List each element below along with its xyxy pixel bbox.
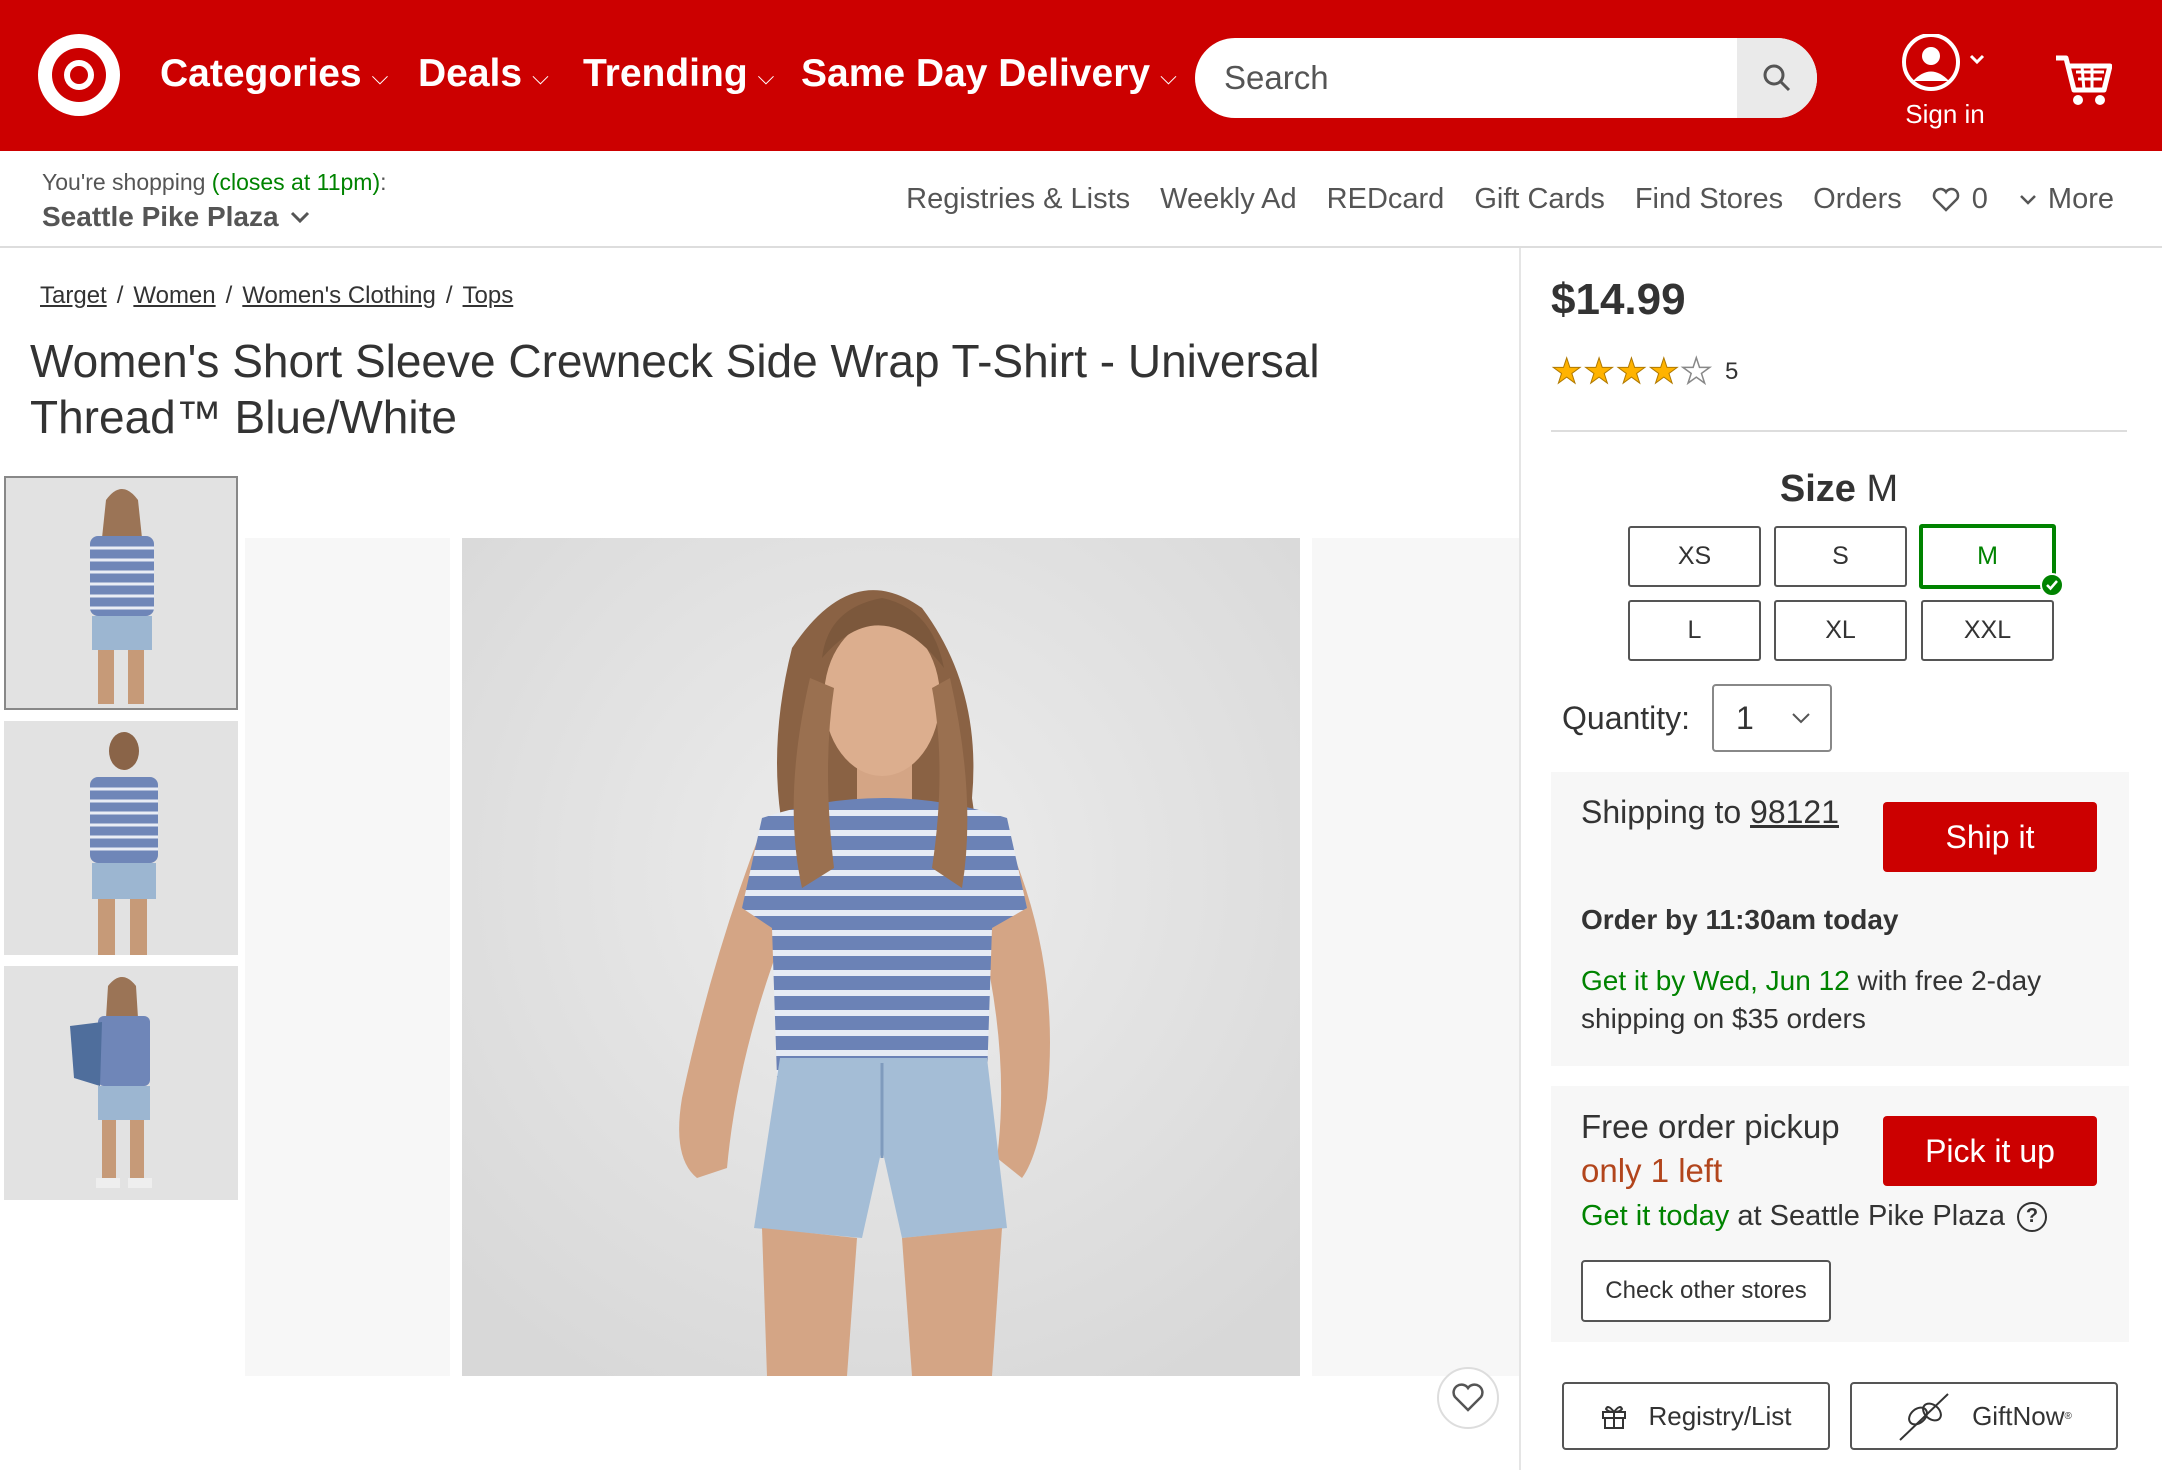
size-option-xxl[interactable]: XXL <box>1921 600 2054 661</box>
heart-icon <box>1452 1383 1484 1412</box>
breadcrumb-women[interactable]: Women <box>133 282 215 310</box>
nav-categories[interactable]: Categories ⌵ <box>160 52 388 96</box>
rating-stars[interactable]: ★ ★ ★ ★ ★ 5 <box>1550 352 1739 391</box>
check-other-stores-button[interactable]: Check other stores <box>1581 1260 1831 1322</box>
shipping-to-text: Shipping to 98121 <box>1581 794 1839 830</box>
quantity-select[interactable]: 1 <box>1712 684 1832 752</box>
pick-it-up-button[interactable]: Pick it up <box>1883 1116 2097 1186</box>
chevron-down-icon: ⌵ <box>1160 64 1177 89</box>
utility-links: Registries & Lists Weekly Ad REDcard Gif… <box>876 183 2114 216</box>
heart-icon <box>1932 187 1960 212</box>
thumbnail-front[interactable] <box>4 476 238 710</box>
store-hours: (closes at 11pm) <box>211 169 381 195</box>
star-icon: ★ <box>1615 352 1648 391</box>
model-jacket-image <box>4 966 238 1200</box>
breadcrumb: Target / Women / Women's Clothing / Tops <box>40 282 514 310</box>
breadcrumb-womens-clothing[interactable]: Women's Clothing <box>242 282 436 310</box>
account-icon <box>1902 33 1985 91</box>
more-menu[interactable]: More <box>2018 183 2114 216</box>
review-count: 5 <box>1724 357 1739 385</box>
link-redcard[interactable]: REDcard <box>1327 183 1445 216</box>
shopping-at-text: You're shopping (closes at 11pm): <box>42 169 387 195</box>
gift-icon <box>1602 1406 1627 1429</box>
chevron-down-icon: ⌵ <box>532 64 549 89</box>
link-gift-cards[interactable]: Gift Cards <box>1474 183 1605 216</box>
checkmark-icon <box>2040 573 2064 597</box>
thumbnail-jacket[interactable] <box>4 966 238 1200</box>
chevron-down-icon <box>1792 713 1810 724</box>
pickup-panel: Free order pickup only 1 left Pick it up… <box>1551 1086 2129 1342</box>
shipping-panel: Shipping to 98121 Ship it Order by 11:30… <box>1551 772 2129 1066</box>
size-heading: Size M <box>1779 468 1899 510</box>
search-box <box>1195 38 1817 118</box>
size-option-xs[interactable]: XS <box>1628 526 1761 587</box>
divider <box>1551 430 2127 432</box>
main-product-image[interactable] <box>462 538 1300 1376</box>
pickup-estimate: Get it today at Seattle Pike Plaza ? <box>1581 1200 2047 1233</box>
help-icon[interactable]: ? <box>2016 1201 2047 1232</box>
quantity-label: Quantity: <box>1562 700 1691 736</box>
sign-in-label: Sign in <box>1905 99 1985 129</box>
nav-deals[interactable]: Deals ⌵ <box>418 52 549 96</box>
link-find-stores[interactable]: Find Stores <box>1635 183 1783 216</box>
chevron-down-icon <box>290 211 309 224</box>
nav-trending[interactable]: Trending ⌵ <box>583 52 774 96</box>
registry-list-button[interactable]: Registry/List <box>1562 1382 1830 1450</box>
stock-warning: only 1 left <box>1581 1152 1723 1189</box>
size-option-l[interactable]: L <box>1628 600 1761 661</box>
star-icon: ★ <box>1583 352 1615 391</box>
zip-code-link[interactable]: 98121 <box>1750 794 1839 830</box>
size-option-s[interactable]: S <box>1774 526 1907 587</box>
size-option-xl[interactable]: XL <box>1774 600 1907 661</box>
model-front-image <box>6 478 236 708</box>
chevron-down-icon: ⌵ <box>371 64 389 89</box>
product-price: $14.99 <box>1551 275 1686 324</box>
column-divider <box>1519 248 1521 1470</box>
link-registries[interactable]: Registries & Lists <box>906 183 1130 216</box>
breadcrumb-target[interactable]: Target <box>40 282 107 310</box>
next-image-peek <box>1312 538 1519 1376</box>
ship-it-button[interactable]: Ship it <box>1883 802 2097 872</box>
star-icon: ★ <box>1550 352 1583 391</box>
favorite-button[interactable] <box>1437 1367 1499 1429</box>
order-by-text: Order by 11:30am today <box>1581 904 1899 935</box>
cart-icon[interactable] <box>2054 52 2112 108</box>
product-title: Women's Short Sleeve Crewneck Side Wrap … <box>30 335 1320 443</box>
giftnow-button[interactable]: GiftNow ® <box>1850 1382 2118 1450</box>
chevron-down-icon: ⌵ <box>757 64 775 89</box>
model-back-image <box>4 721 238 955</box>
store-selector[interactable]: Seattle Pike Plaza <box>42 201 311 233</box>
model-photo <box>462 538 1300 1376</box>
giftnow-bow-icon <box>1899 1393 1949 1441</box>
pickup-title: Free order pickup <box>1581 1108 1840 1145</box>
top-nav-bar: Categories ⌵ Deals ⌵ Trending ⌵ Same Day De… <box>0 0 2162 151</box>
thumbnail-back[interactable] <box>4 721 238 955</box>
star-outline-icon: ★ <box>1680 352 1713 391</box>
link-weekly-ad[interactable]: Weekly Ad <box>1160 183 1296 216</box>
favorites-count: 0 <box>1971 183 1988 215</box>
chevron-down-icon <box>2020 194 2036 205</box>
breadcrumb-tops[interactable]: Tops <box>463 282 514 310</box>
store-sub-nav: You're shopping (closes at 11pm): Seattl… <box>0 151 2162 248</box>
size-option-m[interactable]: M <box>1919 524 2064 597</box>
search-icon <box>1763 64 1791 92</box>
link-orders[interactable]: Orders <box>1813 183 1902 216</box>
prev-image-peek <box>245 538 450 1376</box>
nav-same-day-delivery[interactable]: Same Day Delivery ⌵ <box>801 52 1177 96</box>
target-logo-icon[interactable] <box>38 34 120 116</box>
search-input[interactable] <box>1195 38 1740 118</box>
star-icon: ★ <box>1648 352 1680 391</box>
favorites-link[interactable]: 0 <box>1932 183 1988 216</box>
delivery-estimate: Get it by Wed, Jun 12 with free 2-day sh… <box>1581 965 2042 1034</box>
sign-in-button[interactable]: Sign in <box>1890 33 2000 130</box>
search-button[interactable] <box>1737 38 1817 118</box>
